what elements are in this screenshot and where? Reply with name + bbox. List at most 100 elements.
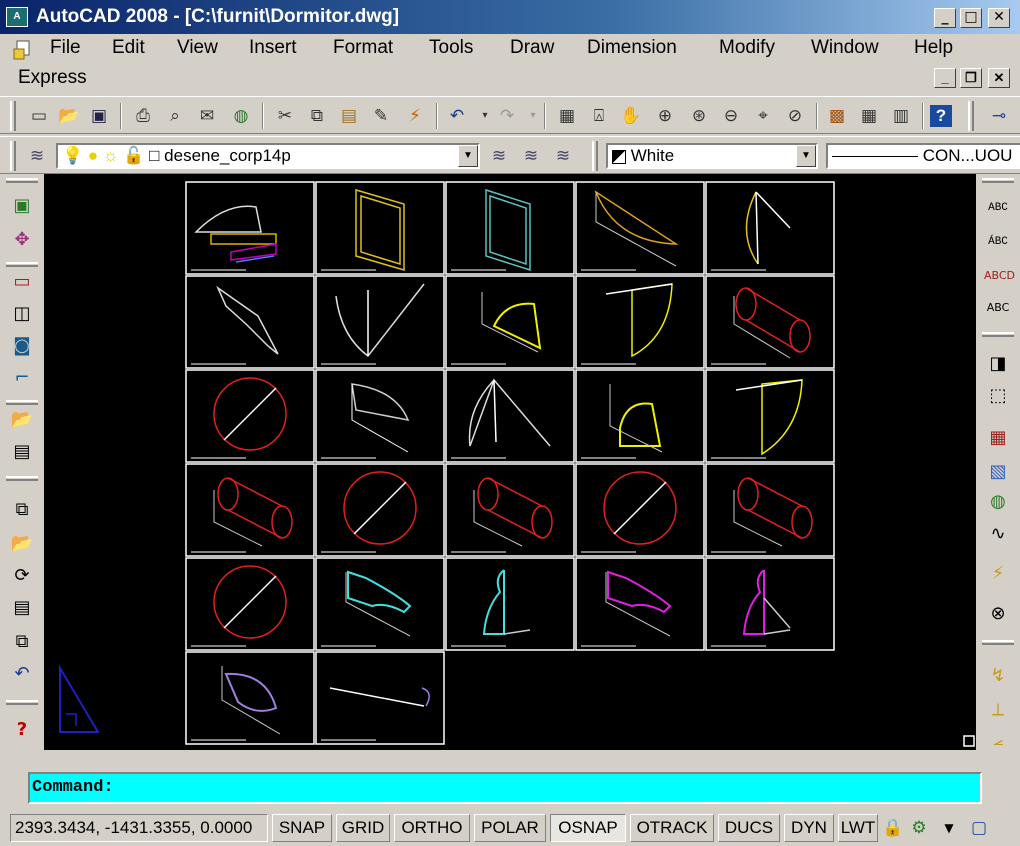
zoom-extents-icon[interactable]: ⊛ bbox=[686, 103, 712, 129]
menu-edit[interactable]: Edit bbox=[112, 37, 145, 59]
color-icon[interactable]: ✥ bbox=[8, 226, 36, 254]
cut-icon[interactable]: ✂ bbox=[272, 103, 298, 129]
toolbar-grip[interactable] bbox=[982, 640, 1014, 645]
zoom-scale-icon[interactable]: ⌖ bbox=[750, 103, 776, 129]
menu-insert[interactable]: Insert bbox=[249, 37, 297, 59]
viewport-frame[interactable] bbox=[185, 275, 315, 369]
save-icon[interactable]: ▣ bbox=[86, 103, 112, 129]
leader-icon[interactable]: ⦟ bbox=[984, 726, 1012, 754]
toolbar-grip[interactable] bbox=[10, 141, 16, 171]
doc-minimize-button[interactable]: _ bbox=[934, 68, 956, 88]
viewport-frame[interactable] bbox=[705, 463, 835, 557]
toolbar-grip[interactable] bbox=[10, 101, 16, 131]
viewport-frame[interactable] bbox=[575, 369, 705, 463]
make-current-icon[interactable]: ≋ bbox=[486, 143, 512, 169]
viewport-frame[interactable] bbox=[705, 557, 835, 651]
command-line[interactable]: Command: bbox=[28, 772, 982, 804]
viewport-frame[interactable] bbox=[315, 463, 445, 557]
viewport-frame[interactable] bbox=[185, 557, 315, 651]
open-icon[interactable]: 📂 bbox=[56, 103, 82, 129]
paste-icon[interactable]: ▤ bbox=[336, 103, 362, 129]
zoom-in-icon[interactable]: ⊕ bbox=[652, 103, 678, 129]
doc-restore-button[interactable]: ❐ bbox=[960, 68, 982, 88]
ortho-toggle[interactable]: ORTHO bbox=[394, 814, 470, 842]
viewport-frame[interactable] bbox=[705, 369, 835, 463]
text-icon[interactable]: ▤ bbox=[8, 438, 36, 466]
polar-toggle[interactable]: POLAR bbox=[474, 814, 546, 842]
spellcheck-icon[interactable]: ABCD bbox=[984, 262, 1015, 290]
ducs-toggle[interactable]: DUCS bbox=[718, 814, 780, 842]
layer-select[interactable]: 💡 ● ☼ 🔓 □ desene_corp14p ▼ bbox=[56, 143, 480, 169]
menu-window[interactable]: Window bbox=[811, 37, 879, 59]
menu-help[interactable]: Help bbox=[914, 37, 953, 59]
linetype-select[interactable]: CON...UOU bbox=[826, 143, 1020, 169]
viewport-frame[interactable] bbox=[705, 181, 835, 275]
boundary-icon[interactable]: ⬚ bbox=[984, 382, 1012, 410]
pan-icon[interactable]: ▦ bbox=[554, 103, 580, 129]
viewport-frame[interactable] bbox=[315, 369, 445, 463]
solid-icon[interactable]: ◫ bbox=[8, 300, 36, 328]
toolbar-grip[interactable] bbox=[6, 400, 38, 405]
color-dropdown-arrow[interactable]: ▼ bbox=[796, 145, 816, 167]
toolpalette-icon[interactable]: ▥ bbox=[888, 103, 914, 129]
menu-format[interactable]: Format bbox=[333, 37, 393, 59]
drawing-svg[interactable] bbox=[44, 174, 976, 750]
open-file-icon[interactable]: 📂 bbox=[8, 530, 36, 558]
layer-manager-icon[interactable]: ≋ bbox=[24, 143, 50, 169]
menu-view[interactable]: View bbox=[177, 37, 218, 59]
copy-icon[interactable]: ⧉ bbox=[8, 628, 36, 656]
viewport-frame[interactable] bbox=[445, 369, 575, 463]
dimension-icon[interactable]: ↯ bbox=[984, 662, 1012, 690]
layer-icon[interactable]: ▣ bbox=[8, 192, 36, 220]
plot-icon[interactable]: ⎙ bbox=[130, 103, 156, 129]
viewport-frame[interactable] bbox=[575, 275, 705, 369]
viewport-frame[interactable] bbox=[185, 369, 315, 463]
maximize-button[interactable]: □ bbox=[960, 8, 982, 28]
menu-express[interactable]: Express bbox=[18, 67, 87, 89]
viewport-frame[interactable] bbox=[185, 181, 315, 275]
viewport-frame[interactable] bbox=[445, 463, 575, 557]
orbit-icon[interactable]: ⊘ bbox=[782, 103, 808, 129]
new-icon[interactable]: ▭ bbox=[26, 103, 52, 129]
viewport-frame[interactable] bbox=[445, 181, 575, 275]
cylinder-icon[interactable]: ◙ bbox=[8, 332, 36, 360]
viewport-frame[interactable] bbox=[575, 463, 705, 557]
angle-icon[interactable]: ⟂ bbox=[984, 696, 1012, 724]
status-tray-icon[interactable]: ⚙ bbox=[906, 815, 932, 841]
help-icon[interactable]: ? bbox=[930, 105, 952, 127]
clean-screen-icon[interactable]: ▢ bbox=[966, 815, 992, 841]
orbit-icon[interactable]: ⟳ bbox=[8, 562, 36, 590]
toolbar-grip[interactable] bbox=[982, 178, 1014, 183]
close-button[interactable]: ✕ bbox=[988, 8, 1010, 28]
explode-icon[interactable]: ⚡ bbox=[984, 560, 1012, 588]
viewport-frame[interactable] bbox=[315, 181, 445, 275]
undo-icon[interactable]: ↶ bbox=[8, 660, 36, 688]
redo-dropdown-icon[interactable]: ▾ bbox=[520, 103, 546, 129]
viewport-frame[interactable] bbox=[185, 463, 315, 557]
grid-toggle[interactable]: GRID bbox=[336, 814, 390, 842]
publish-icon[interactable]: ✉ bbox=[194, 103, 220, 129]
title-bar[interactable]: A AutoCAD 2008 - [C:\furnit\Dormitor.dwg… bbox=[0, 0, 1020, 34]
drawing-canvas[interactable] bbox=[44, 174, 976, 750]
designcenter-icon[interactable]: ▦ bbox=[856, 103, 882, 129]
view-icon[interactable]: ⧉ bbox=[8, 496, 36, 524]
toolbar-grip[interactable] bbox=[982, 332, 1014, 337]
otrack-toggle[interactable]: OTRACK bbox=[630, 814, 714, 842]
autocad-app-icon[interactable]: A bbox=[6, 7, 28, 27]
text-style-icon[interactable]: ABC bbox=[984, 294, 1012, 322]
viewport-frame[interactable] bbox=[315, 651, 445, 745]
doc-close-button[interactable]: ✕ bbox=[988, 68, 1010, 88]
viewport-frame[interactable] bbox=[445, 557, 575, 651]
status-menu-arrow-icon[interactable]: ▼ bbox=[936, 815, 962, 841]
viewport-frame[interactable] bbox=[445, 275, 575, 369]
open-file-icon[interactable]: 📂 bbox=[8, 406, 36, 434]
viewport-frame[interactable] bbox=[575, 557, 705, 651]
viewport-frame[interactable] bbox=[185, 651, 315, 745]
menu-modify[interactable]: Modify bbox=[719, 37, 775, 59]
toolbar-grip[interactable] bbox=[6, 476, 38, 481]
measure-icon[interactable]: ⊗ bbox=[984, 600, 1012, 628]
spell-icon[interactable]: ABC bbox=[984, 194, 1012, 222]
toolbar-grip[interactable] bbox=[6, 700, 38, 705]
copy-icon[interactable]: ⧉ bbox=[304, 103, 330, 129]
layer-states-icon[interactable]: ≋ bbox=[550, 143, 576, 169]
